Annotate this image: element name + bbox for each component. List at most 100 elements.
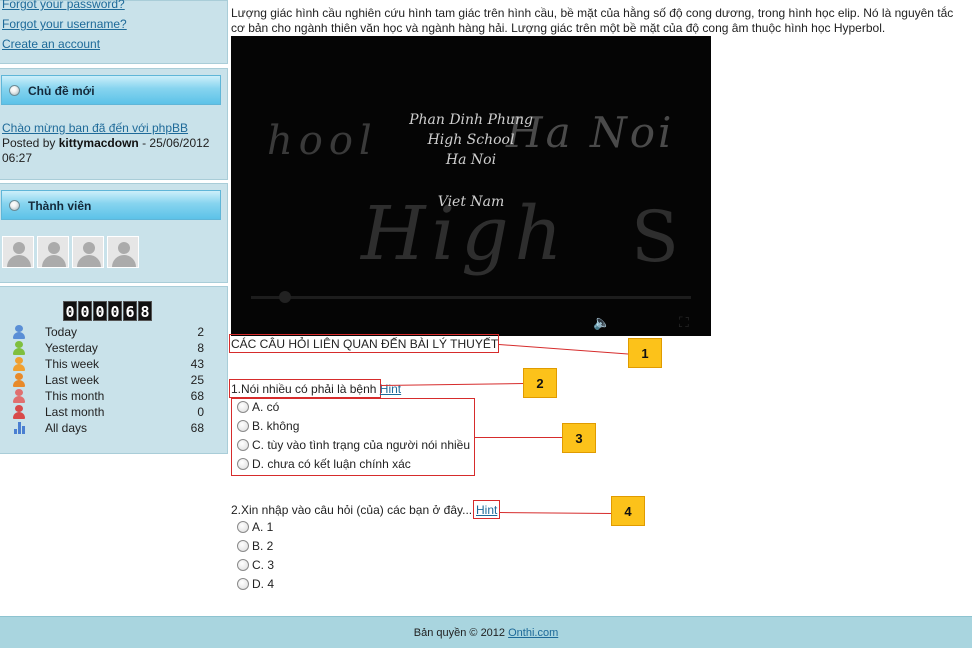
new-topics-body: Chào mừng ban đã đến với phpBB Posted by… [2,121,224,166]
account-links-panel: Forgot your password? Forgot your userna… [0,0,228,64]
question-1-option-b[interactable]: B. không [237,418,299,435]
video-caption-line: Phan Dinh Phung [409,112,533,128]
create-account-link[interactable]: Create an account [2,34,227,54]
lesson-intro-text: Lượng giác hình cầu nghiên cứu hình tam … [231,6,954,35]
topic-author: kittymacdown [58,136,139,150]
radio-button[interactable] [237,540,249,552]
visitor-stats-list: Today 2 Yesterday 8 This week 43 Last we… [12,324,204,436]
radio-button[interactable] [237,458,249,470]
copyright-text: Bản quyền © 2012 [413,627,506,639]
callout-1-line [498,344,630,355]
video-controls: 🔈 ⛶ [231,290,711,336]
user-icon [12,357,26,371]
option-label: A. có [252,400,280,414]
question-1-title: 1.Nói nhiều có phải là bệnh Hint [231,382,401,396]
video-caption-line: Ha Noi [445,152,497,168]
forgot-password-link[interactable]: Forgot your password? [2,0,227,14]
visitor-counter: 0 0 0 0 6 8 [63,301,152,321]
radio-button[interactable] [237,420,249,432]
callout-2-line [381,383,524,386]
new-topics-title: Chủ đề mới [28,84,95,98]
user-icon [12,389,26,403]
question-2-option-a[interactable]: A. 1 [237,519,273,536]
option-label: B. 2 [252,539,274,553]
stat-value: 8 [197,341,204,355]
avatar[interactable] [37,236,69,268]
section-title: CÁC CÂU HỎI LIÊN QUAN ĐẾN BÀI LÝ THUYẾT [231,337,499,351]
video-progress-knob[interactable] [279,291,291,303]
new-topics-header: Chủ đề mới [1,75,221,105]
counter-digit: 0 [63,301,77,321]
topic-link[interactable]: Chào mừng ban đã đến với phpBB [2,121,188,135]
sidebar: Forgot your password? Forgot your userna… [0,0,228,454]
option-label: C. 3 [252,558,275,572]
counter-digit: 0 [93,301,107,321]
footer-site-link[interactable]: Onthi.com [508,627,558,639]
user-icon [12,405,26,419]
video-bg-text: hool [267,118,378,164]
avatar[interactable] [2,236,34,268]
new-topics-panel: Chủ đề mới Chào mừng ban đã đến với phpB… [0,68,228,180]
radio-button[interactable] [237,559,249,571]
question-2-hint-link[interactable]: Hint [476,503,497,517]
stat-row-this-week: This week 43 [12,356,204,372]
radio-button[interactable] [237,521,249,533]
bullet-icon [9,200,20,211]
visitor-stats-panel: 0 0 0 0 6 8 Today 2 Yesterday 8 This wee… [0,286,228,454]
footer: Bản quyền © 2012 Onthi.com [0,616,972,648]
callout-2: 2 [523,368,557,398]
option-label: B. không [252,419,300,433]
members-header: Thành viên [1,190,221,220]
stat-value: 25 [190,373,204,387]
radio-button[interactable] [237,439,249,451]
question-2-option-c[interactable]: C. 3 [237,557,274,574]
stat-label: Yesterday [45,341,98,355]
stat-row-this-month: This month 68 [12,388,204,404]
video-player[interactable]: hool Ha Noi High S Phan Dinh Phung High … [231,36,711,336]
question-1-option-c[interactable]: C. tùy vào tình trạng của người nói nhiề… [237,437,470,454]
stat-label: Last month [45,405,105,419]
video-progress-bar[interactable] [251,296,691,299]
callout-4-line [499,512,612,514]
fullscreen-icon[interactable]: ⛶ [679,314,689,331]
avatar[interactable] [107,236,139,268]
option-label: A. 1 [252,520,274,534]
forgot-username-link[interactable]: Forgot your username? [2,14,227,34]
stat-row-all-days: All days 68 [12,420,204,436]
question-2-option-b[interactable]: B. 2 [237,538,273,555]
user-icon [12,325,26,339]
question-2-option-d[interactable]: D. 4 [237,576,274,593]
stat-row-today: Today 2 [12,324,204,340]
stat-label: All days [45,421,88,435]
stat-row-last-week: Last week 25 [12,372,204,388]
stat-value: 68 [190,421,204,435]
counter-digit: 0 [108,301,122,321]
radio-button[interactable] [237,578,249,590]
stat-row-last-month: Last month 0 [12,404,204,420]
user-icon [12,341,26,355]
question-1-option-a[interactable]: A. có [237,399,279,416]
question-2-text: 2.Xin nhập vào câu hỏi (của) các bạn ở đ… [231,503,473,517]
counter-digit: 8 [138,301,152,321]
callout-3-line [474,437,562,438]
stat-row-yesterday: Yesterday 8 [12,340,204,356]
question-2-title: 2.Xin nhập vào câu hỏi (của) các bạn ở đ… [231,503,472,517]
option-label: C. tùy vào tình trạng của người nói nhiề… [252,438,471,452]
stat-label: This month [45,389,105,403]
question-1-option-d[interactable]: D. chưa có kết luận chính xác [237,456,411,473]
avatar[interactable] [72,236,104,268]
members-title: Thành viên [28,199,92,213]
callout-3: 3 [562,423,596,453]
member-avatars [2,236,139,268]
posted-by-label: Posted by [2,136,56,150]
counter-digit: 0 [78,301,92,321]
video-caption-line: High School [427,132,515,148]
video-bg-text: S [631,196,679,278]
radio-button[interactable] [237,401,249,413]
stat-label: Today [45,325,78,339]
members-panel: Thành viên [0,183,228,283]
volume-icon[interactable]: 🔈 [593,314,610,331]
stat-value: 0 [197,405,204,419]
stat-label: This week [45,357,100,371]
user-icon [12,373,26,387]
